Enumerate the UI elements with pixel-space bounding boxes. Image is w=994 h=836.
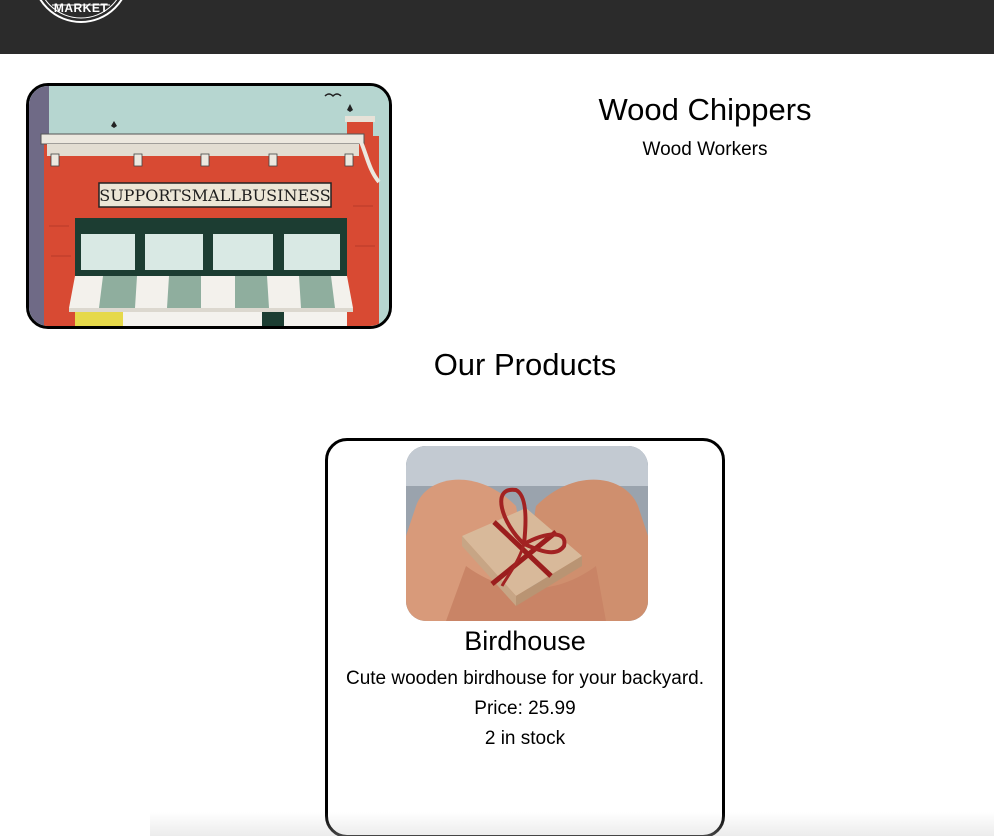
logo-text: MARKET	[53, 1, 109, 15]
product-description: Cute wooden birdhouse for your backyard.	[345, 668, 705, 689]
top-nav-bar: MARKET	[0, 0, 994, 54]
products-heading: Our Products	[433, 347, 617, 382]
product-name: Birdhouse	[464, 626, 586, 656]
store-image: SUPPORTSMALLBUSINESS	[26, 83, 392, 329]
bottom-shadow	[150, 812, 994, 836]
shop-name: Wood Chippers	[598, 92, 812, 127]
product-stock: 2 in stock	[484, 728, 566, 749]
shop-category: Wood Workers	[642, 139, 768, 160]
product-price: Price: 25.99	[474, 698, 576, 719]
product-image	[406, 446, 648, 621]
store-sign-text: SUPPORTSMALLBUSINESS	[99, 186, 331, 205]
product-card[interactable]: Birdhouse Cute wooden birdhouse for your…	[325, 438, 725, 836]
